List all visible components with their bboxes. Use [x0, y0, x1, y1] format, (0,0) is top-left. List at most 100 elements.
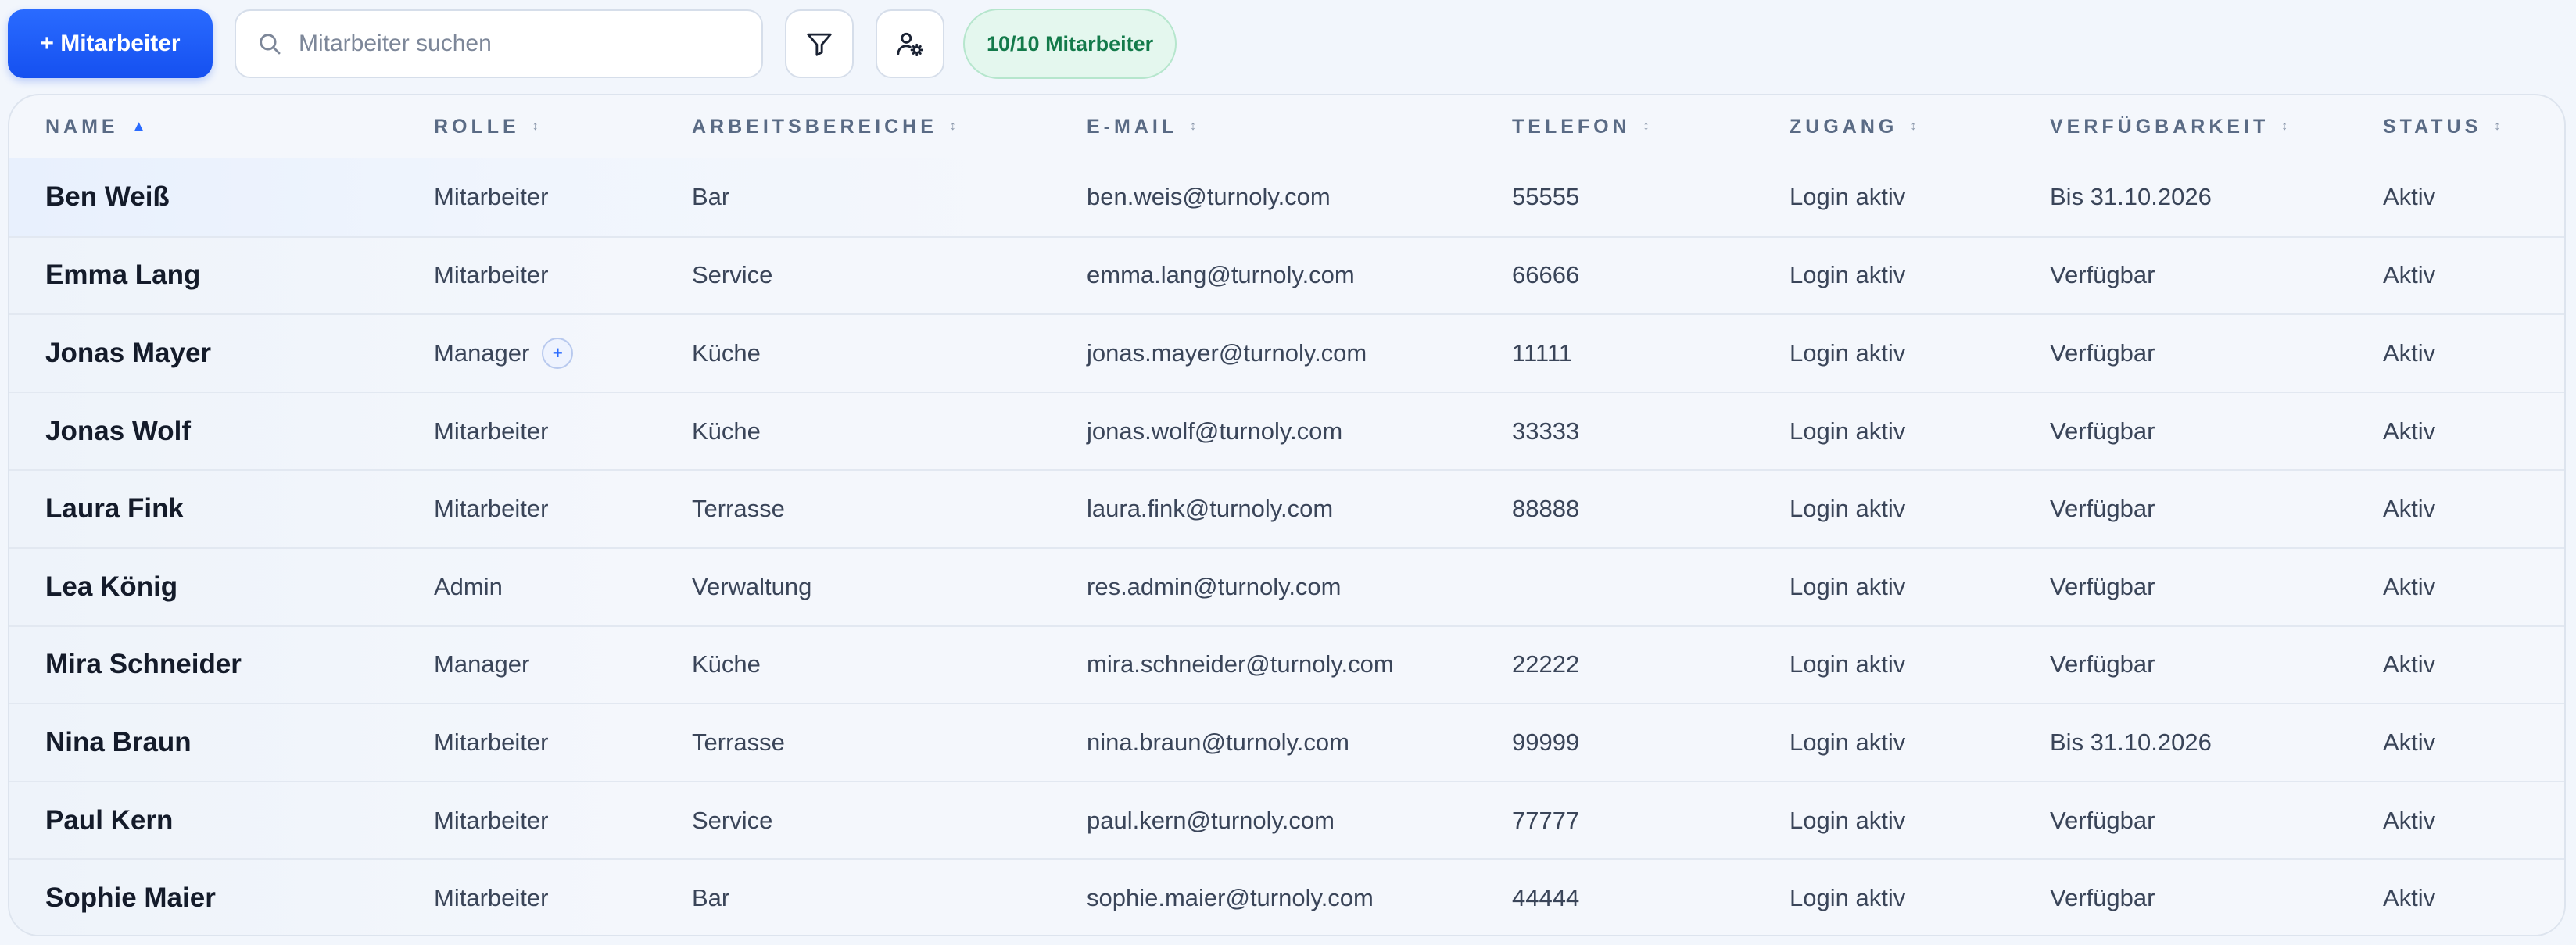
- cell-status: Aktiv: [2383, 182, 2436, 210]
- column-header-areas[interactable]: ARBEITSBEREICHE ↕: [692, 95, 956, 158]
- add-role-button[interactable]: +: [542, 337, 574, 369]
- cell-availability: Verfügbar: [2050, 806, 2155, 834]
- cell-areas: Küche: [692, 338, 761, 367]
- sort-asc-icon: ▲: [131, 117, 147, 135]
- sort-icon: ↕: [2281, 120, 2288, 133]
- cell-name: Sophie Maier: [45, 882, 216, 914]
- cell-phone: 66666: [1512, 261, 1580, 289]
- cell-role: Mitarbeiter: [434, 495, 549, 523]
- cell-email: res.admin@turnoly.com: [1087, 572, 1342, 600]
- cell-status: Aktiv: [2383, 728, 2436, 756]
- cell-role: Mitarbeiter: [434, 182, 549, 210]
- sort-icon: ↕: [1643, 120, 1650, 133]
- cell-role: Manager: [434, 650, 530, 678]
- cell-phone: 33333: [1512, 417, 1580, 445]
- cell-areas: Service: [692, 806, 773, 834]
- cell-name: Nina Braun: [45, 726, 192, 757]
- cell-role: Mitarbeiter: [434, 884, 549, 912]
- cell-name: Emma Lang: [45, 260, 201, 291]
- sort-icon: ↕: [949, 120, 956, 133]
- cell-role: Manager +: [434, 315, 574, 392]
- cell-email: mira.schneider@turnoly.com: [1087, 650, 1394, 678]
- cell-areas: Verwaltung: [692, 572, 812, 600]
- cell-status: Aktiv: [2383, 884, 2436, 912]
- table-row[interactable]: Ben Weiß Mitarbeiter Bar ben.weis@turnol…: [9, 158, 2564, 236]
- cell-email: laura.fink@turnoly.com: [1087, 495, 1334, 523]
- table-row[interactable]: Mira Schneider Manager Küche mira.schnei…: [9, 625, 2564, 703]
- column-header-phone[interactable]: TELEFON ↕: [1512, 95, 1650, 158]
- table-row[interactable]: Nina Braun Mitarbeiter Terrasse nina.bra…: [9, 703, 2564, 781]
- cell-email: emma.lang@turnoly.com: [1087, 261, 1355, 289]
- user-settings-button[interactable]: [876, 9, 944, 78]
- cell-status: Aktiv: [2383, 572, 2436, 600]
- table-row[interactable]: Paul Kern Mitarbeiter Service paul.kern@…: [9, 780, 2564, 859]
- cell-status: Aktiv: [2383, 650, 2436, 678]
- table-row[interactable]: Sophie Maier Mitarbeiter Bar sophie.maie…: [9, 858, 2564, 935]
- toolbar: + Mitarbeiter 10/10 Mitarbeiter: [8, 8, 1177, 80]
- cell-areas: Bar: [692, 884, 730, 912]
- cell-availability: Verfügbar: [2050, 884, 2155, 912]
- sort-icon: ↕: [2494, 120, 2501, 133]
- cell-access: Login aktiv: [1790, 261, 1906, 289]
- cell-status: Aktiv: [2383, 417, 2436, 445]
- column-header-access[interactable]: ZUGANG ↕: [1790, 95, 1916, 158]
- cell-name: Paul Kern: [45, 804, 174, 836]
- table-row[interactable]: Jonas Mayer Manager + Küche jonas.mayer@…: [9, 313, 2564, 392]
- cell-phone: 55555: [1512, 182, 1580, 210]
- cell-areas: Küche: [692, 650, 761, 678]
- cell-email: jonas.wolf@turnoly.com: [1087, 417, 1343, 445]
- cell-availability: Verfügbar: [2050, 572, 2155, 600]
- filter-button[interactable]: [785, 9, 854, 78]
- cell-role: Mitarbeiter: [434, 728, 549, 756]
- add-employee-button[interactable]: + Mitarbeiter: [8, 9, 213, 78]
- cell-role: Mitarbeiter: [434, 806, 549, 834]
- cell-name: Jonas Wolf: [45, 415, 192, 446]
- column-header-name[interactable]: NAME ▲: [45, 95, 146, 158]
- column-header-status[interactable]: STATUS ↕: [2383, 95, 2500, 158]
- cell-name: Jonas Mayer: [45, 337, 212, 368]
- column-header-email[interactable]: E-MAIL ↕: [1087, 95, 1196, 158]
- cell-email: jonas.mayer@turnoly.com: [1087, 338, 1367, 367]
- cell-status: Aktiv: [2383, 495, 2436, 523]
- cell-status: Aktiv: [2383, 338, 2436, 367]
- table-header: NAME ▲ ROLLE ↕ ARBEITSBEREICHE ↕ E-MAIL …: [9, 95, 2564, 158]
- cell-availability: Verfügbar: [2050, 261, 2155, 289]
- cell-access: Login aktiv: [1790, 572, 1906, 600]
- search-box[interactable]: [235, 9, 763, 78]
- cell-email: ben.weis@turnoly.com: [1087, 182, 1331, 210]
- cell-phone: 44444: [1512, 884, 1580, 912]
- cell-areas: Bar: [692, 182, 730, 210]
- column-header-role[interactable]: ROLLE ↕: [434, 95, 539, 158]
- cell-areas: Küche: [692, 417, 761, 445]
- cell-role: Mitarbeiter: [434, 417, 549, 445]
- cell-availability: Verfügbar: [2050, 495, 2155, 523]
- cell-availability: Bis 31.10.2026: [2050, 728, 2212, 756]
- cell-access: Login aktiv: [1790, 495, 1906, 523]
- cell-access: Login aktiv: [1790, 884, 1906, 912]
- cell-availability: Verfügbar: [2050, 417, 2155, 445]
- cell-name: Mira Schneider: [45, 649, 242, 680]
- cell-name: Ben Weiß: [45, 181, 170, 212]
- cell-role-label: Manager: [434, 338, 530, 367]
- table-row[interactable]: Laura Fink Mitarbeiter Terrasse laura.fi…: [9, 469, 2564, 547]
- cell-role: Admin: [434, 572, 503, 600]
- cell-areas: Terrasse: [692, 728, 785, 756]
- cell-status: Aktiv: [2383, 806, 2436, 834]
- employee-count-badge: 10/10 Mitarbeiter: [963, 9, 1177, 79]
- cell-phone: 22222: [1512, 650, 1580, 678]
- column-header-availability[interactable]: VERFÜGBARKEIT ↕: [2050, 95, 2288, 158]
- cell-email: paul.kern@turnoly.com: [1087, 806, 1335, 834]
- cell-areas: Service: [692, 261, 773, 289]
- cell-availability: Verfügbar: [2050, 650, 2155, 678]
- cell-access: Login aktiv: [1790, 338, 1906, 367]
- cell-email: nina.braun@turnoly.com: [1087, 728, 1349, 756]
- table-row[interactable]: Lea König Admin Verwaltung res.admin@tur…: [9, 546, 2564, 625]
- sort-icon: ↕: [1190, 120, 1197, 133]
- cell-status: Aktiv: [2383, 261, 2436, 289]
- cell-availability: Bis 31.10.2026: [2050, 182, 2212, 210]
- table-row[interactable]: Emma Lang Mitarbeiter Service emma.lang@…: [9, 235, 2564, 314]
- table-body: Ben Weiß Mitarbeiter Bar ben.weis@turnol…: [9, 158, 2564, 935]
- table-row[interactable]: Jonas Wolf Mitarbeiter Küche jonas.wolf@…: [9, 391, 2564, 470]
- cell-areas: Terrasse: [692, 495, 785, 523]
- search-input[interactable]: [299, 30, 736, 57]
